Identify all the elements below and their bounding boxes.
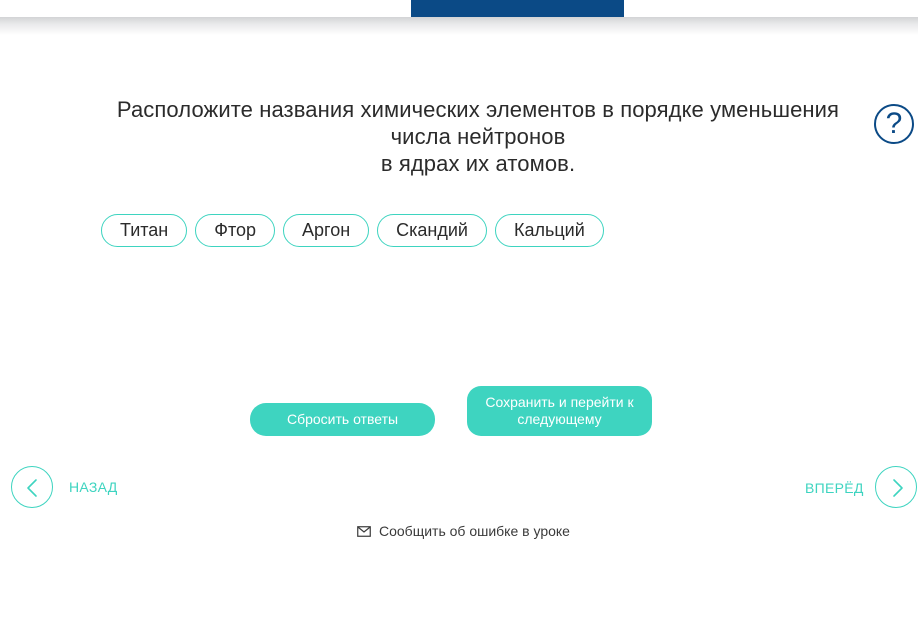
top-navigation-bar bbox=[0, 0, 918, 17]
chip-argon[interactable]: Аргон bbox=[283, 214, 370, 247]
answer-chips: Титан Фтор Аргон Скандий Кальций bbox=[101, 214, 604, 247]
chip-kalciy[interactable]: Кальций bbox=[495, 214, 604, 247]
question-line: в ядрах их атомов. bbox=[380, 151, 576, 176]
report-error-link[interactable]: Сообщить об ошибке в уроке bbox=[357, 523, 570, 539]
question-text: Расположите названия химических элементо… bbox=[90, 96, 866, 177]
chip-skandiy[interactable]: Скандий bbox=[377, 214, 487, 247]
report-error-label: Сообщить об ошибке в уроке bbox=[379, 523, 570, 539]
chevron-right-icon bbox=[893, 479, 903, 497]
question-line: числа нейтронов bbox=[390, 124, 566, 149]
prev-label[interactable]: НАЗАД bbox=[69, 479, 118, 495]
top-bar-shadow bbox=[0, 17, 918, 35]
next-label[interactable]: ВПЕРЁД bbox=[805, 480, 864, 496]
chip-ftor[interactable]: Фтор bbox=[195, 214, 276, 247]
prev-button[interactable] bbox=[11, 466, 53, 508]
help-icon[interactable]: ? bbox=[874, 104, 914, 144]
chevron-left-icon bbox=[27, 479, 37, 497]
next-button[interactable] bbox=[875, 466, 917, 508]
save-and-next-button[interactable]: Сохранить и перейти к следующему bbox=[467, 386, 652, 436]
mail-icon bbox=[357, 525, 371, 537]
lesson-page: Расположите названия химических элементо… bbox=[0, 0, 918, 643]
question-line: Расположите названия химических элементо… bbox=[116, 97, 840, 122]
active-tab-indicator[interactable] bbox=[411, 0, 624, 17]
chip-titan[interactable]: Титан bbox=[101, 214, 188, 247]
reset-answers-button[interactable]: Сбросить ответы bbox=[250, 403, 435, 436]
